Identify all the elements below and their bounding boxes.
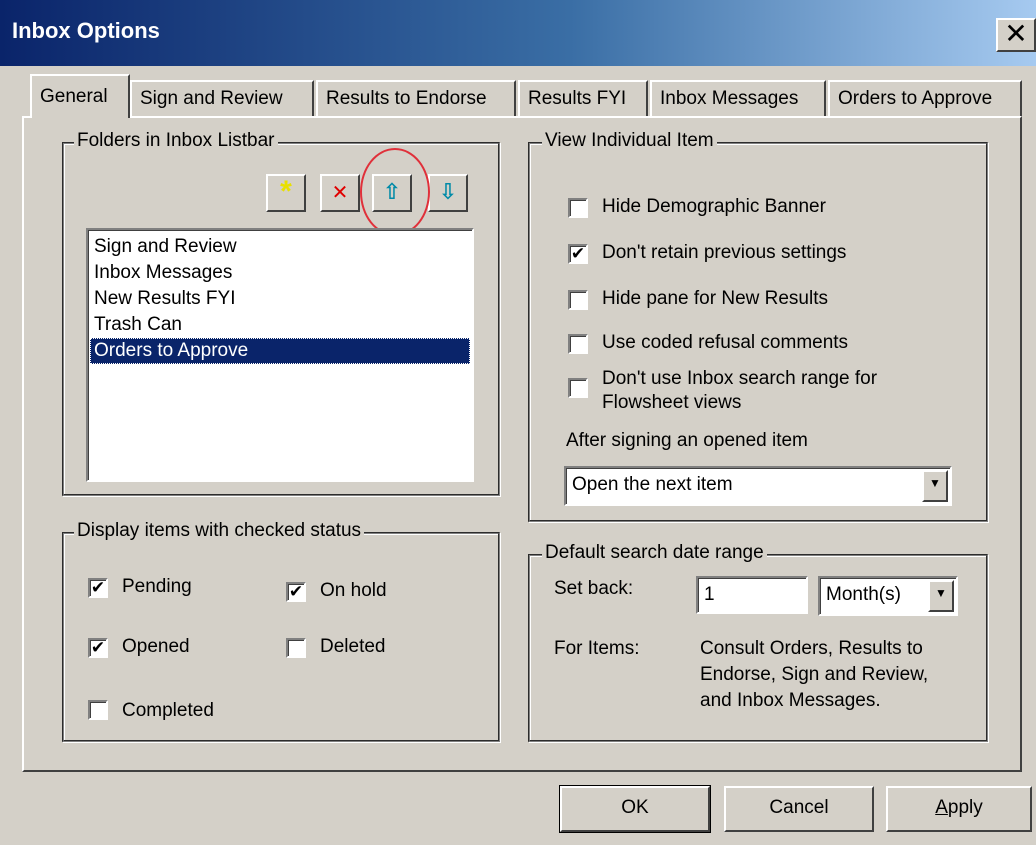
asterisk-icon: * [280,175,292,208]
move-down-button[interactable]: ⇩ [428,174,468,212]
apply-button[interactable]: Apply [886,786,1032,832]
delete-folder-button[interactable]: ✕ [320,174,360,212]
tab-label: Results to Endorse [326,88,487,109]
tab-label: Results FYI [528,88,627,109]
title-bar: Inbox Options [0,0,1036,66]
for-items-label: For Items: [554,638,640,659]
status-group-title: Display items with checked status [74,520,365,542]
list-item[interactable]: Inbox Messages [90,260,470,286]
list-item[interactable]: Orders to Approve [90,338,470,364]
view-item-group-title: View Individual Item [542,130,717,152]
after-signing-label: After signing an opened item [566,430,808,451]
tab-orders-to-approve[interactable]: Orders to Approve [828,80,1022,116]
close-icon: ✕ [331,182,349,204]
annotation-circle [360,148,430,236]
pending-checkbox[interactable]: ✔ [88,578,108,598]
unit-value: Month(s) [826,584,901,605]
after-signing-dropdown[interactable]: Open the next item ▼ [564,466,952,506]
completed-checkbox[interactable] [88,700,108,720]
hide-banner-checkbox[interactable] [568,198,588,218]
for-items-line3: and Inbox Messages. [700,690,881,711]
for-items-line1: Consult Orders, Results to [700,638,923,659]
ok-button[interactable]: OK [559,785,711,833]
tab-general[interactable]: General [30,74,130,118]
tab-sign-and-review[interactable]: Sign and Review [130,80,314,116]
dont-retain-checkbox[interactable]: ✔ [568,244,588,264]
window-title: Inbox Options [12,18,160,43]
folders-listbox[interactable]: Sign and Review Inbox Messages New Resul… [86,228,474,482]
after-signing-value: Open the next item [572,474,733,495]
tab-label: Orders to Approve [838,88,993,109]
list-item[interactable]: Sign and Review [90,234,470,260]
tab-results-to-endorse[interactable]: Results to Endorse [316,80,516,116]
tab-label: General [40,86,108,107]
ok-label: OK [621,797,649,818]
opened-checkbox[interactable]: ✔ [88,638,108,658]
deleted-label: Deleted [320,636,386,657]
cancel-label: Cancel [769,797,829,818]
apply-label: Apply [935,797,983,818]
for-items-line2: Endorse, Sign and Review, [700,664,929,685]
search-range-label-line1: Don't use Inbox search range for [602,368,878,389]
completed-label: Completed [122,700,214,721]
cancel-button[interactable]: Cancel [724,786,874,832]
coded-refusal-checkbox[interactable] [568,334,588,354]
dont-retain-label: Don't retain previous settings [602,242,847,263]
on-hold-label: On hold [320,580,387,601]
new-folder-button[interactable]: * [266,174,306,212]
set-back-input[interactable] [696,576,808,614]
chevron-down-icon[interactable]: ▼ [928,580,954,612]
chevron-down-icon[interactable]: ▼ [922,470,948,502]
close-button[interactable]: ✕ [996,18,1036,52]
hide-pane-checkbox[interactable] [568,290,588,310]
tab-inbox-messages[interactable]: Inbox Messages [650,80,826,116]
arrow-down-icon: ⇩ [438,179,458,204]
search-range-label-line2: Flowsheet views [602,392,742,413]
hide-pane-label: Hide pane for New Results [602,288,828,309]
search-range-group-title: Default search date range [542,542,767,564]
hide-banner-label: Hide Demographic Banner [602,196,826,217]
deleted-checkbox[interactable] [286,638,306,658]
on-hold-checkbox[interactable]: ✔ [286,582,306,602]
opened-label: Opened [122,636,190,657]
close-icon: ✕ [1004,18,1028,49]
unit-dropdown[interactable]: Month(s) ▼ [818,576,958,616]
tab-label: Sign and Review [140,88,283,109]
search-range-checkbox[interactable] [568,378,588,398]
set-back-label: Set back: [554,578,634,599]
pending-label: Pending [122,576,192,597]
list-item[interactable]: Trash Can [90,312,470,338]
tab-label: Inbox Messages [660,88,799,109]
folders-group-title: Folders in Inbox Listbar [74,130,278,152]
tab-results-fyi[interactable]: Results FYI [518,80,648,116]
list-item[interactable]: New Results FYI [90,286,470,312]
coded-refusal-label: Use coded refusal comments [602,332,849,353]
